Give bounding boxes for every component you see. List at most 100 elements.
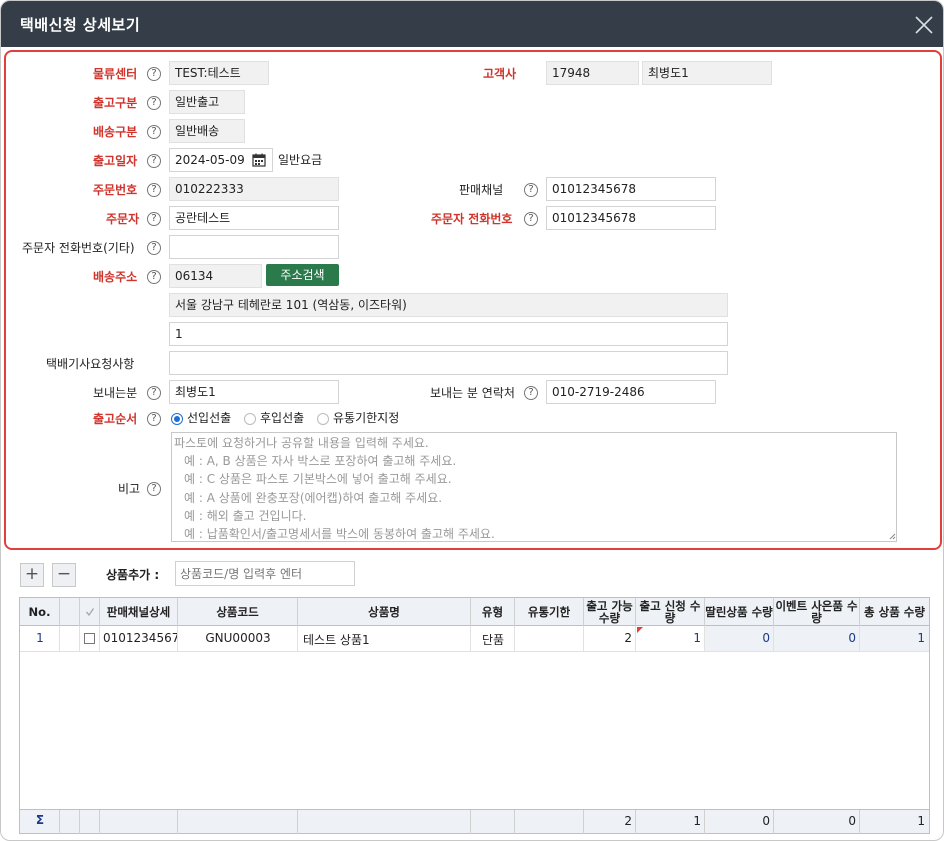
memo-placeholder-line: 예 : 해외 출고 건입니다. (184, 508, 307, 523)
orderer-input[interactable]: 공란테스트 (169, 206, 339, 230)
product-grid: No. 판매채널상세 상품코드 상품명 유형 유통기한 출고 가능 수량 출고 … (19, 597, 930, 834)
row-request-qty[interactable]: 1 (636, 631, 701, 645)
row-type: 단품 (481, 633, 505, 647)
sender-input[interactable]: 최병도1 (169, 380, 339, 404)
header-product-code[interactable]: 상품코드 (178, 598, 298, 626)
footer-event-qty: 0 (848, 814, 856, 828)
resize-handle-icon[interactable] (889, 533, 896, 540)
footer-attached-qty: 0 (762, 814, 770, 828)
header-available-qty[interactable]: 출고 가능 수량 (584, 598, 636, 626)
header-blank (60, 598, 80, 626)
courier-request-label: 택배기사요청사항 (46, 357, 135, 371)
grid-divider (514, 626, 515, 652)
close-icon[interactable] (913, 14, 935, 36)
grid-divider (704, 626, 705, 652)
header-product-name[interactable]: 상품명 (298, 598, 471, 626)
memo-label: 비고 (118, 482, 141, 496)
grid-divider (773, 626, 774, 652)
help-icon[interactable]: ? (147, 241, 161, 255)
row-checkbox[interactable] (84, 633, 95, 644)
sigma-icon: Σ (35, 813, 45, 827)
radio-lifo-label[interactable]: 후입선출 (260, 410, 304, 426)
header-request-qty[interactable]: 출고 신청 수량 (636, 598, 705, 626)
memo-placeholder-line: 파스토에 요청하거나 공유할 내용을 입력해 주세요. (174, 436, 429, 450)
grid-divider (635, 626, 636, 652)
order-detail-form: 물류센터 ? TEST:테스트 고객사 17948 최병도1 출고구분 ? 일반… (4, 50, 942, 550)
remove-row-button[interactable]: − (52, 563, 76, 587)
customer-label: 고객사 (483, 67, 517, 81)
address-line2-input[interactable]: 1 (169, 322, 728, 346)
radio-expiry-label[interactable]: 유통기한지정 (333, 410, 399, 426)
order-no-field: 010222333 (169, 177, 339, 201)
dialog-titlebar: 택배신청 상세보기 (1, 1, 943, 47)
header-check-col[interactable] (80, 598, 100, 626)
help-icon[interactable]: ? (147, 412, 161, 426)
dialog-window: 택배신청 상세보기 물류센터 ? TEST:테스트 고객사 17948 최병도1… (0, 0, 944, 841)
out-date-label: 출고일자 (93, 154, 138, 168)
row-total-qty: 1 (917, 631, 925, 645)
row-available-qty: 2 (624, 631, 632, 645)
help-icon[interactable]: ? (524, 386, 538, 400)
grid-divider (859, 626, 860, 652)
grid-divider (177, 810, 178, 834)
row-channel-detail: 01012345678 (103, 631, 178, 645)
radio-lifo[interactable] (244, 413, 256, 425)
customer-name-field: 최병도1 (642, 61, 772, 85)
row-product-code: GNU00003 (205, 631, 271, 645)
calendar-icon[interactable] (252, 153, 266, 167)
header-channel-detail[interactable]: 판매채널상세 (100, 598, 178, 626)
header-expiry[interactable]: 유통기한 (515, 598, 584, 626)
grid-footer: Σ 2 1 0 0 1 (20, 809, 929, 834)
grid-divider (99, 626, 100, 652)
help-icon[interactable]: ? (147, 386, 161, 400)
grid-divider (297, 626, 298, 652)
radio-fifo-label[interactable]: 선입선출 (187, 410, 231, 426)
orderer-phone-etc-input[interactable] (169, 235, 339, 259)
help-icon[interactable]: ? (147, 96, 161, 110)
help-icon[interactable]: ? (147, 270, 161, 284)
help-icon[interactable]: ? (147, 212, 161, 226)
grid-divider (59, 810, 60, 834)
sales-channel-input[interactable]: 01012345678 (546, 177, 716, 201)
table-row[interactable]: 1 01012345678 GNU00003 테스트 상품1 단품 2 1 0 … (20, 626, 929, 652)
header-event-qty[interactable]: 이벤트 사은품 수량 (774, 598, 860, 626)
customer-code-field: 17948 (546, 61, 639, 85)
courier-request-input[interactable] (169, 351, 728, 375)
help-icon[interactable]: ? (147, 183, 161, 197)
grid-header: No. 판매채널상세 상품코드 상품명 유형 유통기한 출고 가능 수량 출고 … (20, 598, 929, 626)
header-total-qty[interactable]: 총 상품 수량 (860, 598, 929, 626)
help-icon[interactable]: ? (524, 183, 538, 197)
grid-divider (79, 626, 80, 652)
help-icon[interactable]: ? (147, 482, 161, 496)
orderer-phone-label: 주문자 전화번호 (431, 212, 513, 226)
product-search-input[interactable] (175, 561, 355, 586)
ship-type-field: 일반배송 (169, 119, 245, 143)
header-type[interactable]: 유형 (471, 598, 515, 626)
add-row-button[interactable]: + (20, 563, 44, 587)
ship-type-label: 배송구분 (93, 125, 138, 139)
row-no: 1 (36, 631, 44, 645)
header-attached-qty[interactable]: 딸린상품 수량 (705, 598, 774, 626)
address-search-button[interactable]: 주소검색 (266, 264, 339, 286)
sender-phone-input[interactable]: 010-2719-2486 (546, 380, 716, 404)
memo-textarea[interactable]: 파스토에 요청하거나 공유할 내용을 입력해 주세요. 예 : A, B 상품은… (171, 432, 897, 542)
warehouse-field: TEST:테스트 (169, 61, 269, 85)
radio-fifo[interactable] (171, 413, 183, 425)
help-icon[interactable]: ? (147, 67, 161, 81)
grid-divider (583, 626, 584, 652)
grid-divider (59, 626, 60, 652)
out-order-label: 출고순서 (93, 412, 138, 426)
orderer-phone-input[interactable]: 01012345678 (546, 206, 716, 230)
grid-divider (470, 626, 471, 652)
header-no[interactable]: No. (20, 598, 60, 626)
help-icon[interactable]: ? (524, 212, 538, 226)
sales-channel-label: 판매채널 (459, 183, 504, 197)
grid-divider (514, 810, 515, 834)
memo-placeholder-line: 예 : 납품확인서/출고명세서를 박스에 동봉하여 출고해 주세요. (184, 527, 495, 542)
checkmark-icon (85, 608, 94, 617)
radio-expiry[interactable] (317, 413, 329, 425)
grid-divider (297, 810, 298, 834)
footer-total-qty: 1 (917, 814, 925, 828)
help-icon[interactable]: ? (147, 125, 161, 139)
help-icon[interactable]: ? (147, 154, 161, 168)
